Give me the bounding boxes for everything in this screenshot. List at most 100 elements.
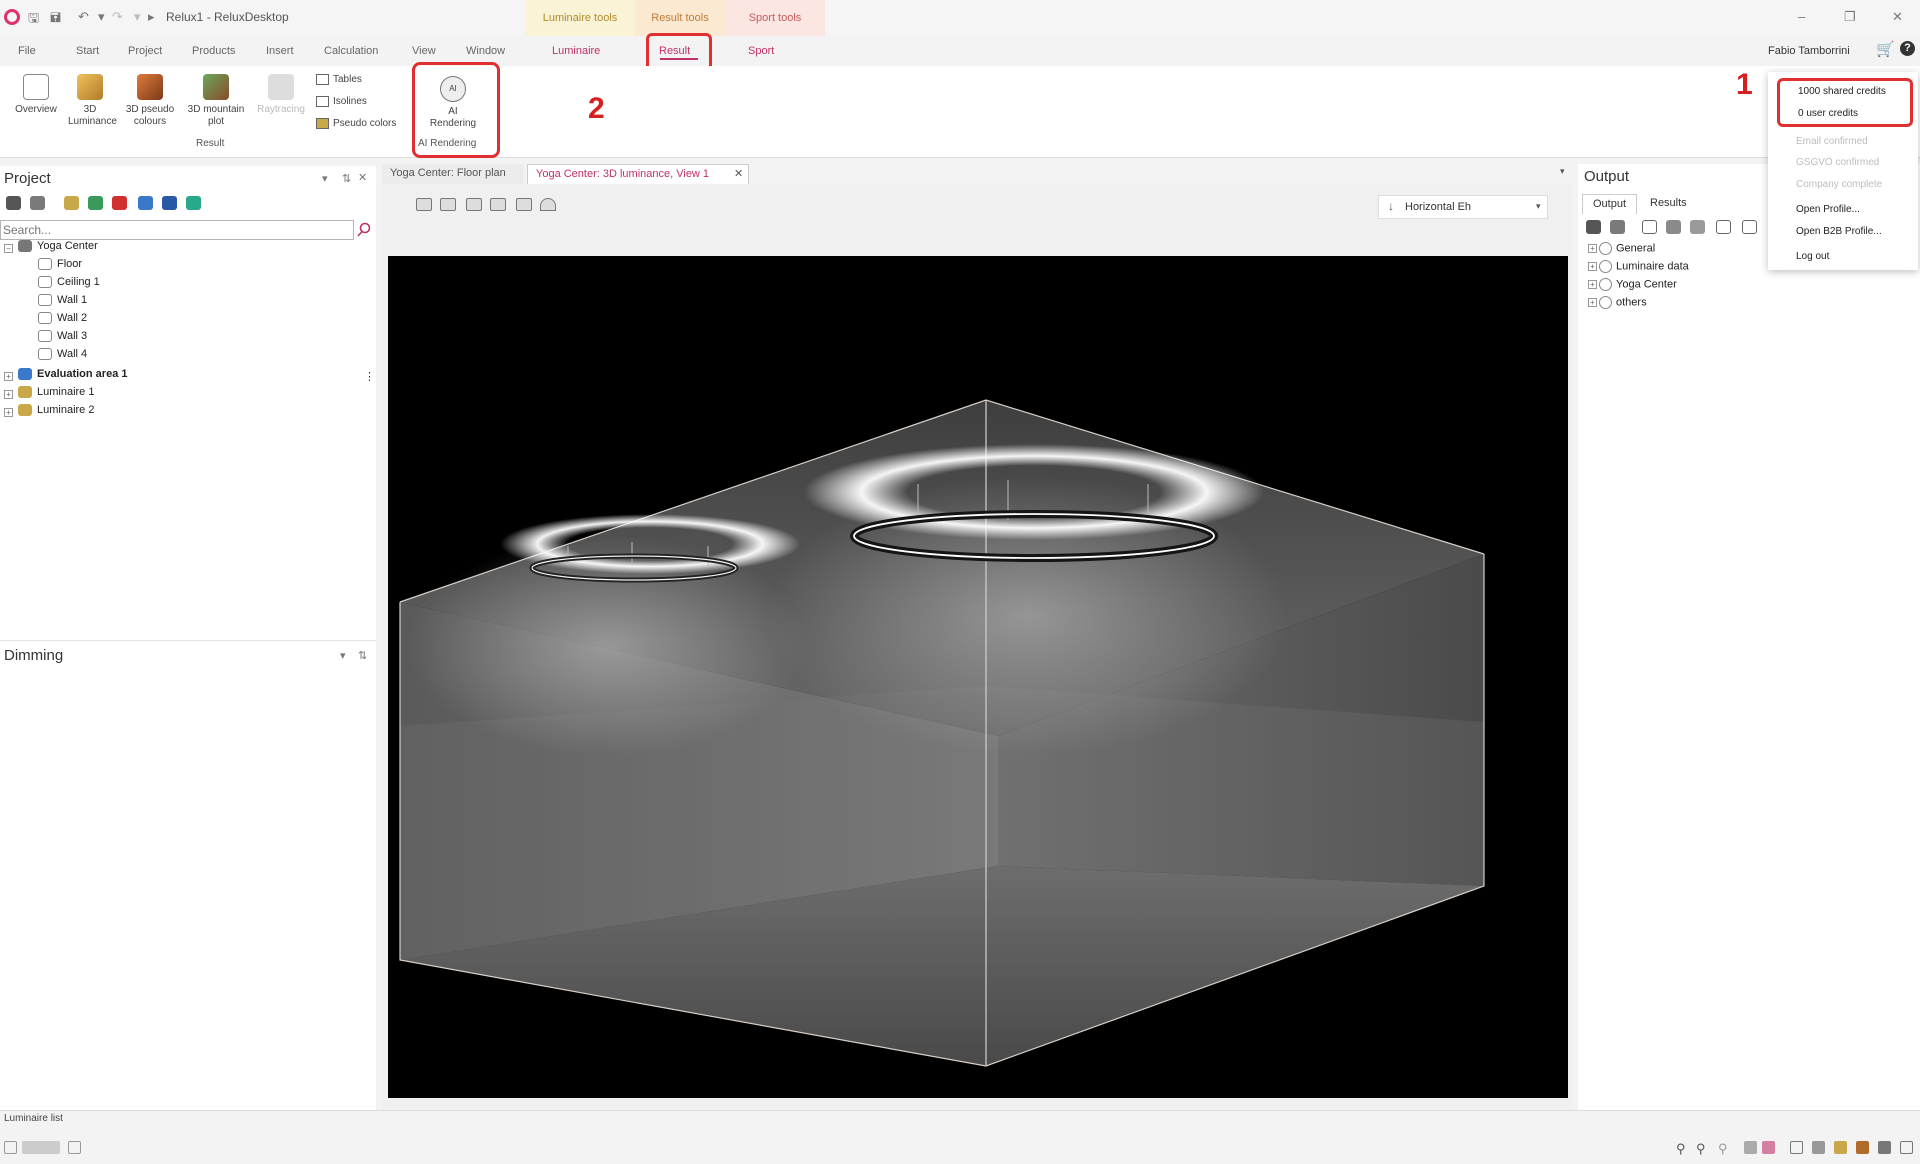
view-chart-icon[interactable] <box>516 198 532 211</box>
view-floor-icon[interactable] <box>416 198 432 211</box>
tab-list-dropdown-icon[interactable]: ▾ <box>1560 166 1565 177</box>
menu-calculation[interactable]: Calculation <box>324 45 378 57</box>
tab-results[interactable]: Results <box>1640 194 1697 214</box>
open-profile-item[interactable]: Open Profile... <box>1796 204 1860 215</box>
tree-item-wall-2[interactable]: Wall 2 <box>38 312 87 330</box>
redo-icon[interactable]: ↷ <box>112 9 123 25</box>
expand-icon[interactable]: + <box>1588 298 1597 307</box>
zoom-in-icon[interactable]: ⚲ <box>1676 1141 1689 1156</box>
close-icon[interactable]: ✕ <box>1892 9 1903 25</box>
status-grid-icon[interactable] <box>68 1141 81 1154</box>
tree-expand-toggle[interactable]: + <box>4 390 13 399</box>
3d-luminance-button[interactable]: 3D Luminance <box>62 74 118 128</box>
undo-dropdown-icon[interactable]: ▾ <box>98 9 105 25</box>
cube-icon[interactable] <box>1812 1141 1825 1154</box>
box-icon[interactable] <box>1690 220 1705 234</box>
minimize-icon[interactable]: – <box>1798 9 1805 24</box>
tree-item-wall-4[interactable]: Wall 4 <box>38 348 87 366</box>
luminaire-list-tab[interactable]: Luminaire list <box>4 1113 63 1124</box>
3d-mountain-plot-button[interactable]: 3D mountain plot <box>182 74 250 128</box>
panel-menu-icon[interactable]: ▾ <box>340 649 346 662</box>
panel-menu-icon[interactable]: ▾ <box>322 172 328 185</box>
document-icon[interactable] <box>1642 220 1657 234</box>
object-icon[interactable] <box>6 196 21 210</box>
search-icon[interactable] <box>356 222 372 238</box>
tree-item-wall-3[interactable]: Wall 3 <box>38 330 87 348</box>
tree-item-ceiling-1[interactable]: Ceiling 1 <box>38 276 100 294</box>
pseudo-colors-button[interactable]: Pseudo colors <box>316 118 396 129</box>
row-options-icon[interactable]: ⋮ <box>364 370 375 383</box>
menu-file[interactable]: File <box>18 45 36 57</box>
tree-collapse-toggle[interactable]: – <box>4 244 13 253</box>
door-icon[interactable] <box>162 196 177 210</box>
menu-sport[interactable]: Sport <box>748 45 774 57</box>
restore-icon[interactable]: ❐ <box>1844 9 1856 25</box>
menu-view[interactable]: View <box>412 45 436 57</box>
tree-item-wall-1[interactable]: Wall 1 <box>38 294 87 312</box>
menu-luminaire[interactable]: Luminaire <box>552 45 600 57</box>
zoom-out-icon[interactable]: ⚲ <box>1696 1141 1709 1156</box>
tab-close-icon[interactable]: ✕ <box>734 167 743 180</box>
quick-access-more-icon[interactable]: ▸ <box>148 9 155 25</box>
tab-3d-luminance-view[interactable]: Yoga Center: 3D luminance, View 1 ✕ <box>527 164 749 184</box>
area-icon[interactable] <box>112 196 127 210</box>
tree-item-evaluation-area-1[interactable]: Evaluation area 1 <box>18 368 128 386</box>
lighting-quantity-select[interactable]: Horizontal Eh <box>1378 195 1548 219</box>
help-icon[interactable]: ? <box>1900 41 1915 56</box>
menu-insert[interactable]: Insert <box>266 45 294 57</box>
log-out-item[interactable]: Log out <box>1796 251 1829 262</box>
3d-pseudo-colours-button[interactable]: 3D pseudo colours <box>120 74 180 128</box>
menu-products[interactable]: Products <box>192 45 235 57</box>
tab-floor-plan[interactable]: Yoga Center: Floor plan <box>382 164 524 184</box>
menu-start[interactable]: Start <box>76 45 99 57</box>
status-icon[interactable] <box>4 1141 17 1154</box>
layers-icon[interactable] <box>1610 220 1625 234</box>
tree-item-floor[interactable]: Floor <box>38 258 82 276</box>
room-icon[interactable] <box>138 196 153 210</box>
expand-icon[interactable]: + <box>1588 262 1597 271</box>
view-wall-icon[interactable] <box>440 198 456 211</box>
output-tree-item-luminaire-data[interactable]: + Luminaire data <box>1588 260 1689 273</box>
user-name[interactable]: Fabio Tamborrini <box>1768 45 1850 57</box>
tree-item-luminaire-2[interactable]: Luminaire 2 <box>18 404 94 422</box>
pseudo-color-icon[interactable] <box>1856 1141 1869 1154</box>
report-icon[interactable] <box>1716 220 1731 234</box>
view-ceiling-icon[interactable] <box>466 198 482 211</box>
view-perspective-icon[interactable] <box>490 198 506 211</box>
3d-viewport[interactable] <box>388 256 1568 1098</box>
save-all-icon[interactable]: 🖬 <box>50 9 61 31</box>
object-icon[interactable] <box>1586 220 1601 234</box>
isolines-button[interactable]: Isolines <box>316 96 367 107</box>
expand-icon[interactable]: + <box>1588 280 1597 289</box>
output-tree-item-general[interactable]: + General <box>1588 242 1655 255</box>
redo-dropdown-icon[interactable]: ▾ <box>134 9 141 25</box>
raytracing-button[interactable]: Raytracing <box>252 74 310 116</box>
page-icon[interactable] <box>1790 1141 1803 1154</box>
output-tree-item-yoga-center[interactable]: + Yoga Center <box>1588 278 1677 291</box>
window-object-icon[interactable] <box>186 196 201 210</box>
cart-icon[interactable]: 🛒 <box>1876 40 1895 58</box>
filter-icon[interactable] <box>88 196 103 210</box>
pin-icon[interactable]: ⇅ <box>342 172 351 185</box>
menu-window[interactable]: Window <box>466 45 505 57</box>
settings-icon[interactable] <box>1900 1141 1913 1154</box>
table-icon[interactable] <box>1742 220 1757 234</box>
tab-output[interactable]: Output <box>1582 194 1638 214</box>
active-view-icon[interactable] <box>1762 1141 1775 1154</box>
tree-item-luminaire-1[interactable]: Luminaire 1 <box>18 386 94 404</box>
tree-expand-toggle[interactable]: + <box>4 372 13 381</box>
luminaire-icon[interactable] <box>64 196 79 210</box>
undo-icon[interactable]: ↶ <box>78 9 89 25</box>
overview-button[interactable]: Overview <box>12 74 60 116</box>
tree-item-yoga-center[interactable]: Yoga Center <box>18 240 98 258</box>
open-b2b-profile-item[interactable]: Open B2B Profile... <box>1796 226 1882 237</box>
render-icon[interactable] <box>1878 1141 1891 1154</box>
output-tree-item-others[interactable]: + others <box>1588 296 1647 309</box>
project-search-input[interactable] <box>0 220 354 240</box>
view-dome-icon[interactable] <box>540 198 556 211</box>
panel-close-icon[interactable]: ✕ <box>358 171 367 184</box>
menu-project[interactable]: Project <box>128 45 162 57</box>
view-icon[interactable] <box>1744 1141 1757 1154</box>
zoom-fit-icon[interactable]: ⚲ <box>1718 1141 1731 1156</box>
pin-icon[interactable]: ⇅ <box>358 649 367 662</box>
